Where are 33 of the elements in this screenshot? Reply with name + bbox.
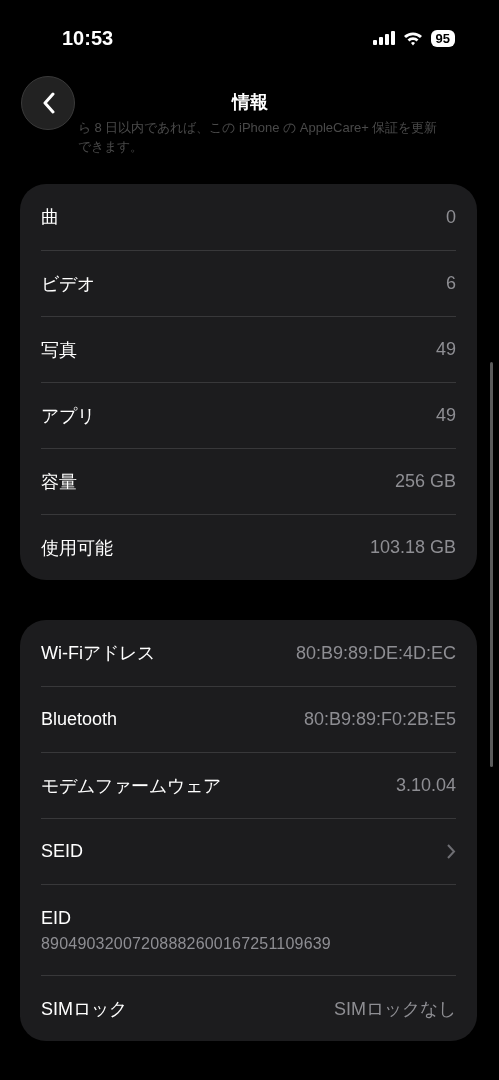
- row-label: アプリ: [41, 404, 95, 428]
- row-value: 80:B9:89:F0:2B:E5: [303, 709, 456, 730]
- scrollbar-icon: [490, 362, 493, 767]
- row-label[interactable]: SEID: [41, 841, 83, 862]
- battery-icon: 95: [430, 29, 455, 47]
- row-value: SIMロックなし: [334, 997, 456, 1021]
- row-label: 使用可能: [41, 536, 113, 560]
- row-value: 80:B9:89:DE:4D:EC: [295, 642, 456, 664]
- row-value: 89049032007208882600167251109639: [41, 934, 332, 953]
- row-value: 49: [435, 405, 456, 426]
- status-time: 10:53: [62, 26, 114, 50]
- row-label: モデムファームウェア: [41, 774, 221, 798]
- row-label: 容量: [41, 470, 77, 494]
- row-label: EID: [41, 907, 72, 929]
- row-value: 6: [446, 273, 456, 294]
- footnote-text: ら 8 日以内であれば、この iPhone の AppleCare+ 保証を更新できます。: [78, 119, 438, 156]
- back-icon: [41, 92, 55, 114]
- row-value: 0: [446, 206, 456, 228]
- row-value: 256 GB: [394, 471, 456, 492]
- row-label: 写真: [41, 338, 77, 362]
- row-label: SIMロック: [41, 997, 127, 1021]
- row-label: Wi-Fiアドレス: [41, 642, 155, 665]
- signal-icon: [372, 31, 395, 45]
- row-label: ビデオ: [41, 272, 95, 296]
- back-button[interactable]: [21, 76, 75, 130]
- wifi-icon: [402, 30, 423, 46]
- row-value: 103.18 GB: [369, 537, 456, 558]
- row-label: 曲: [41, 206, 59, 229]
- row-value: 3.10.04: [395, 775, 456, 796]
- row-label: Bluetooth: [41, 709, 118, 730]
- row-value: 49: [435, 339, 456, 360]
- nav-title: 情報: [231, 91, 268, 114]
- chevron-icon: [447, 844, 456, 859]
